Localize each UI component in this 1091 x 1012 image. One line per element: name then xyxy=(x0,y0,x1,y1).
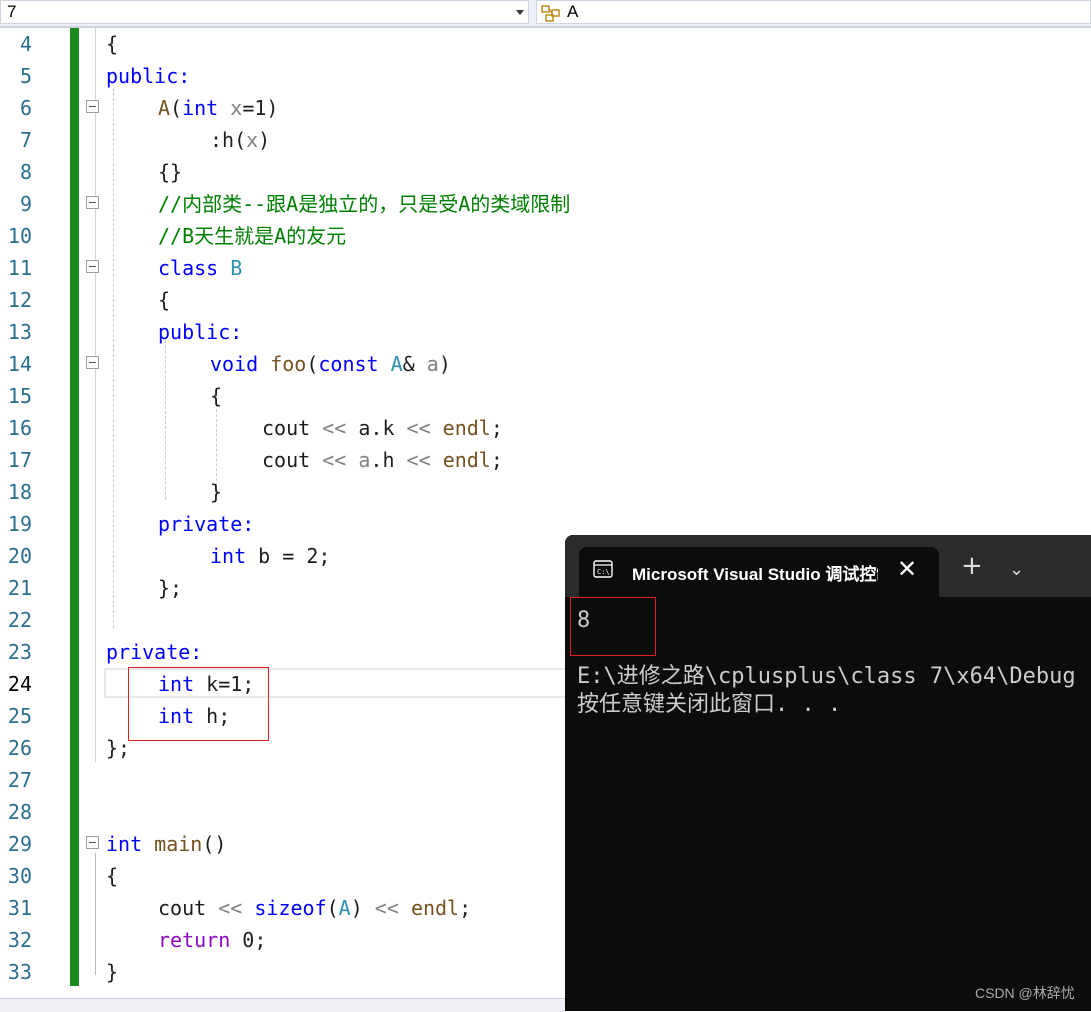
code-line: public: xyxy=(106,64,191,88)
terminal-icon: C:\ xyxy=(593,560,613,578)
member-dropdown-value: A xyxy=(567,2,579,21)
line-number: 9 xyxy=(19,192,32,216)
collapse-toggle[interactable] xyxy=(86,260,99,273)
console-tab-bar: C:\ Microsoft Visual Studio 调试控制台 ✕ + ⌄ xyxy=(565,535,1091,597)
line-number: 16 xyxy=(7,416,32,440)
line-number: 28 xyxy=(7,800,32,824)
line-number: 18 xyxy=(7,480,32,504)
member-dropdown[interactable]: A xyxy=(536,0,1091,24)
collapse-toggle[interactable] xyxy=(86,196,99,209)
code-line: }; xyxy=(158,576,183,600)
console-tab-title: Microsoft Visual Studio 调试控制台 xyxy=(632,565,878,584)
line-number: 12 xyxy=(7,288,32,312)
annotation-box xyxy=(128,667,269,741)
code-line: return 0; xyxy=(158,928,267,952)
console-output-prompt: 按任意键关闭此窗口. . . xyxy=(577,692,842,717)
line-number: 15 xyxy=(7,384,32,408)
line-number: 20 xyxy=(7,544,32,568)
scope-dropdown[interactable]: 7 xyxy=(0,0,529,24)
collapse-toggle[interactable] xyxy=(86,356,99,369)
svg-text:C:\: C:\ xyxy=(597,568,610,576)
line-number: 8 xyxy=(19,160,32,184)
code-comment: //B天生就是A的友元 xyxy=(158,224,347,248)
line-number: 13 xyxy=(7,320,32,344)
code-line: class B xyxy=(158,256,243,280)
code-line: int b = 2; xyxy=(210,544,331,568)
code-line: cout << a.h << endl; xyxy=(262,448,503,472)
navigation-bar: 7 A xyxy=(0,0,1091,28)
scope-dropdown-value: 7 xyxy=(7,2,17,21)
code-line: { xyxy=(106,32,119,56)
code-line: public: xyxy=(158,320,243,344)
outline-line xyxy=(95,853,96,975)
code-line: cout << sizeof(A) << endl; xyxy=(158,896,472,920)
new-tab-button[interactable]: + xyxy=(961,553,983,579)
outline-line xyxy=(95,28,96,762)
line-number: 26 xyxy=(7,736,32,760)
line-number: 10 xyxy=(7,224,32,248)
line-number: 32 xyxy=(7,928,32,952)
code-line: private: xyxy=(106,640,203,664)
debug-console-window[interactable]: C:\ Microsoft Visual Studio 调试控制台 ✕ + ⌄ … xyxy=(565,535,1091,1011)
watermark: CSDN @林辞忧 xyxy=(975,985,1075,1001)
line-number: 30 xyxy=(7,864,32,888)
status-strip xyxy=(0,998,565,1012)
line-number: 31 xyxy=(7,896,32,920)
console-tab[interactable]: C:\ Microsoft Visual Studio 调试控制台 ✕ xyxy=(579,547,939,597)
line-number: 33 xyxy=(7,960,32,984)
console-output-path: E:\进修之路\cplusplus\class 7\x64\Debug xyxy=(577,664,1076,689)
change-tracking-bar xyxy=(70,28,79,986)
line-number-current: 24 xyxy=(7,672,32,696)
code-line: A(int x=1) xyxy=(158,96,279,120)
line-number: 17 xyxy=(7,448,32,472)
line-number: 19 xyxy=(7,512,32,536)
line-number: 4 xyxy=(19,32,32,56)
code-line: private: xyxy=(158,512,255,536)
annotation-box xyxy=(570,597,656,656)
line-number: 25 xyxy=(7,704,32,728)
code-line: int main() xyxy=(106,832,227,856)
code-line: { xyxy=(106,864,119,888)
class-icon xyxy=(541,5,560,22)
code-line: :h(x) xyxy=(210,128,271,152)
line-number: 27 xyxy=(7,768,32,792)
code-line: {} xyxy=(158,160,183,184)
collapse-toggle[interactable] xyxy=(86,100,99,113)
collapse-toggle[interactable] xyxy=(86,836,99,849)
line-number: 14 xyxy=(7,352,32,376)
code-comment: //内部类--跟A是独立的，只是受A的类域限制 xyxy=(158,192,571,216)
line-number: 7 xyxy=(19,128,32,152)
code-line: void foo(const A& a) xyxy=(210,352,451,376)
line-number: 21 xyxy=(7,576,32,600)
code-line: }; xyxy=(106,736,131,760)
line-number: 6 xyxy=(19,96,32,120)
line-number: 22 xyxy=(7,608,32,632)
chevron-down-icon[interactable]: ⌄ xyxy=(1009,559,1024,580)
line-number: 5 xyxy=(19,64,32,88)
code-line: { xyxy=(210,384,223,408)
line-number: 23 xyxy=(7,640,32,664)
chevron-down-icon[interactable] xyxy=(516,10,524,15)
close-icon[interactable]: ✕ xyxy=(897,555,917,583)
line-number: 29 xyxy=(7,832,32,856)
line-number: 11 xyxy=(7,256,32,280)
code-line: cout << a.k << endl; xyxy=(262,416,503,440)
indent-guide xyxy=(113,88,114,628)
code-line: } xyxy=(106,960,119,984)
indent-guide xyxy=(165,340,166,500)
code-line: } xyxy=(210,480,223,504)
code-line: { xyxy=(158,288,171,312)
